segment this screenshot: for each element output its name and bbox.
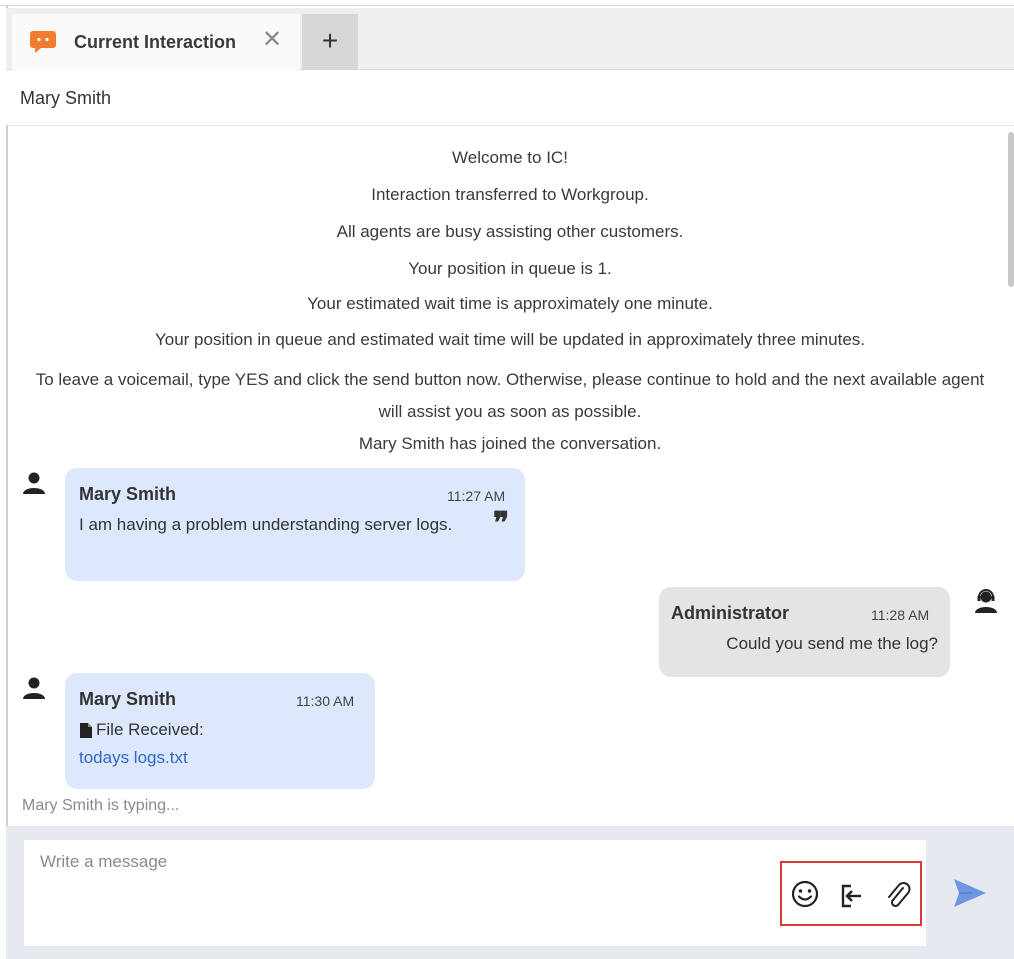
chat-bubble-icon (30, 31, 56, 53)
tab-label: Current Interaction (74, 32, 237, 52)
tab-bar: Current Interaction ✕ + (6, 8, 1014, 70)
system-message: Welcome to IC! (452, 148, 568, 167)
system-message: Your position in queue and estimated wai… (154, 330, 865, 349)
customer-avatar-icon (22, 470, 48, 496)
message-bubble: Mary Smith 11:27 AM I am having a proble… (65, 468, 525, 581)
quote-icon[interactable]: ❞ (493, 506, 509, 541)
file-received-label: File Received: (96, 720, 204, 739)
message-time: 11:28 AM (871, 607, 930, 623)
attachment-icon[interactable] (883, 880, 913, 910)
emoji-icon[interactable] (790, 879, 820, 909)
system-message: Your estimated wait time is approximatel… (307, 294, 713, 313)
system-message: To leave a voicemail, type YES and click… (35, 370, 985, 421)
message-sender: Mary Smith (79, 689, 177, 709)
message-bubble: Mary Smith 11:30 AM File Received: today… (65, 673, 375, 789)
message-bubble: Administrator 11:28 AM Could you send me… (659, 587, 950, 677)
conversation-header: Mary Smith (6, 70, 1014, 126)
system-message: All agents are busy assisting other cust… (336, 222, 684, 241)
customer-avatar-icon (22, 675, 48, 701)
message-sender: Administrator (671, 603, 790, 623)
exit-icon[interactable] (837, 881, 867, 911)
agent-avatar-icon (973, 588, 999, 614)
scrollbar-thumb[interactable] (1008, 132, 1014, 287)
contact-name: Mary Smith (20, 88, 112, 108)
message-text: Could you send me the log? (726, 634, 938, 653)
file-icon (80, 723, 92, 738)
file-link[interactable]: todays logs.txt (79, 743, 188, 773)
message-sender: Mary Smith (79, 484, 177, 504)
close-icon[interactable]: ✕ (262, 28, 282, 52)
message-time: 11:27 AM (447, 488, 506, 504)
tab-current-interaction[interactable]: Current Interaction ✕ (12, 14, 300, 70)
message-text: I am having a problem understanding serv… (79, 515, 453, 534)
typing-indicator: Mary Smith is typing... (22, 797, 180, 814)
system-message: Interaction transferred to Workgroup. (371, 185, 649, 204)
send-icon[interactable] (950, 875, 990, 911)
message-time: 11:30 AM (296, 693, 355, 709)
system-message: Your position in queue is 1. (408, 259, 612, 278)
composer-tools (780, 861, 922, 926)
system-message: Mary Smith has joined the conversation. (358, 434, 662, 453)
add-tab-button[interactable]: + (302, 14, 358, 70)
